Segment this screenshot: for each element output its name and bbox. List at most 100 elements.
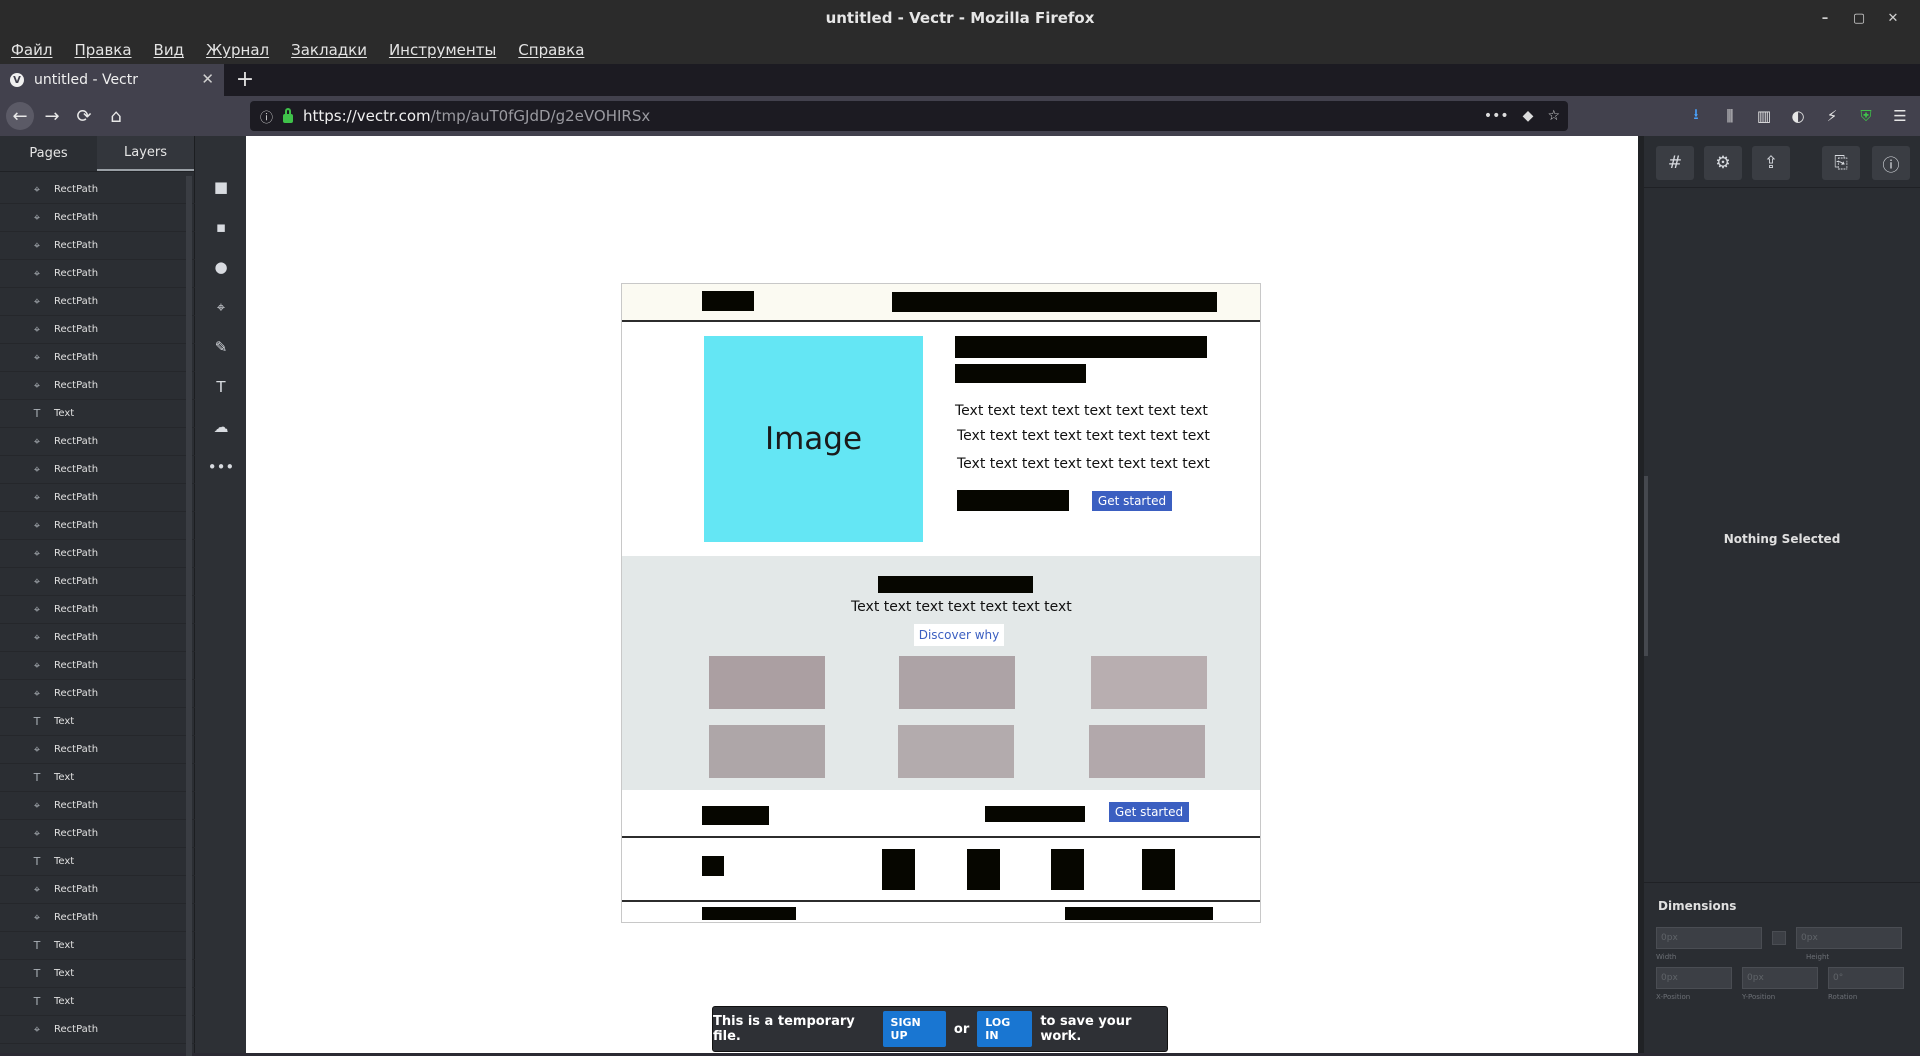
more-tools-icon[interactable]: ••• <box>206 452 236 482</box>
url-bar[interactable]: ⓘ https://vectr.com/tmp/auT0fGJdD/g2eVOH… <box>250 101 1568 131</box>
layer-row[interactable]: ⌖ RectPath <box>0 540 195 568</box>
back-button[interactable]: ← <box>6 102 34 130</box>
layer-row[interactable]: T Text <box>0 960 195 988</box>
layer-row[interactable]: T Text <box>0 400 195 428</box>
divider-line[interactable] <box>622 836 1260 838</box>
layer-row[interactable]: ⌖ RectPath <box>0 1016 195 1044</box>
feature-card[interactable] <box>709 656 825 709</box>
layer-row[interactable]: ⌖ RectPath <box>0 792 195 820</box>
cta-text-block[interactable] <box>985 806 1085 822</box>
layer-row[interactable]: T Text <box>0 932 195 960</box>
features-section[interactable]: Text text text text text text text Disco… <box>622 556 1260 790</box>
hero-heading-block[interactable] <box>955 336 1207 358</box>
layer-row[interactable]: ⌖ RectPath <box>0 736 195 764</box>
hero-get-started-button[interactable]: Get started <box>1092 491 1172 511</box>
feature-card[interactable] <box>1091 656 1207 709</box>
tab-untitled-vectr[interactable]: V untitled - Vectr ✕ <box>0 64 224 96</box>
hero-text-line-3[interactable]: Text text text text text text text text <box>957 456 1210 472</box>
cta-get-started-button[interactable]: Get started <box>1109 802 1189 822</box>
panel-scrollbar[interactable] <box>1644 476 1648 656</box>
layer-row[interactable]: ⌖ RectPath <box>0 372 195 400</box>
nav-block[interactable] <box>892 292 1217 312</box>
rounded-rectangle-tool-icon[interactable]: ▪ <box>206 212 236 242</box>
layer-row[interactable]: ⌖ RectPath <box>0 512 195 540</box>
upload-tool-icon[interactable]: ☁ <box>206 412 236 442</box>
hero-subheading-block[interactable] <box>955 364 1086 383</box>
hero-text-line-1[interactable]: Text text text text text text text text <box>955 403 1208 419</box>
menu-bookmarks[interactable]: Закладки <box>291 41 367 59</box>
info-icon[interactable]: ⓘ <box>1872 146 1910 180</box>
menu-edit[interactable]: Правка <box>74 41 131 59</box>
layer-row[interactable]: ⌖ RectPath <box>0 624 195 652</box>
layer-row[interactable]: ⌖ RectPath <box>0 652 195 680</box>
menu-help[interactable]: Справка <box>518 41 584 59</box>
extension-icon[interactable]: ◐ <box>1788 107 1808 125</box>
layer-row[interactable]: ⌖ RectPath <box>0 232 195 260</box>
artboard-header[interactable] <box>622 284 1260 322</box>
layer-row[interactable]: ⌖ RectPath <box>0 680 195 708</box>
tab-layers[interactable]: Layers <box>97 136 194 171</box>
height-input[interactable]: 0px <box>1796 927 1902 949</box>
new-tab-button[interactable]: + <box>232 66 258 92</box>
feature-card[interactable] <box>709 725 825 778</box>
hero-image-placeholder[interactable]: Image <box>704 336 923 542</box>
flash-extension-icon[interactable]: ⚡ <box>1822 107 1842 125</box>
footer-link-block[interactable] <box>1051 849 1084 890</box>
pen-tool-icon[interactable]: ⌖ <box>206 292 236 322</box>
library-icon[interactable]: ⫼ <box>1720 107 1740 125</box>
rectangle-tool-icon[interactable]: ■ <box>206 172 236 202</box>
shield-extension-icon[interactable]: ⛨ <box>1856 107 1876 125</box>
footer-link-block[interactable] <box>967 849 1000 890</box>
pocket-icon[interactable]: ◆ <box>1523 108 1534 124</box>
new-document-icon[interactable]: ⎘ <box>1822 146 1860 180</box>
y-position-input[interactable]: 0px <box>1742 967 1818 989</box>
layer-row[interactable]: ⌖ RectPath <box>0 596 195 624</box>
feature-card[interactable] <box>1089 725 1205 778</box>
layers-scrollbar[interactable] <box>186 176 192 1056</box>
export-icon[interactable]: ⇪ <box>1752 146 1790 180</box>
hero-text-line-2[interactable]: Text text text text text text text text <box>957 428 1210 444</box>
layer-row[interactable]: ⌖ RectPath <box>0 568 195 596</box>
bookmark-star-icon[interactable]: ☆ <box>1547 108 1560 124</box>
layer-row[interactable]: ⌖ RectPath <box>0 176 195 204</box>
feature-card[interactable] <box>898 725 1014 778</box>
sidebar-icon[interactable]: ▥ <box>1754 107 1774 125</box>
layer-row[interactable]: ⌖ RectPath <box>0 876 195 904</box>
menu-view[interactable]: Вид <box>154 41 184 59</box>
forward-button[interactable]: → <box>38 102 66 130</box>
reload-button[interactable]: ⟳ <box>70 102 98 130</box>
artboard[interactable]: Image Text text text text text text text… <box>621 283 1261 923</box>
discover-why-button[interactable]: Discover why <box>914 624 1004 646</box>
hero-secondary-block[interactable] <box>957 490 1069 511</box>
feature-card[interactable] <box>899 656 1015 709</box>
copyright-block[interactable] <box>702 907 796 920</box>
text-tool-icon[interactable]: T <box>206 372 236 402</box>
layer-row[interactable]: ⌖ RectPath <box>0 456 195 484</box>
close-icon[interactable]: ✕ <box>1876 11 1910 26</box>
layer-row[interactable]: ⌖ RectPath <box>0 344 195 372</box>
footer-link-block[interactable] <box>882 849 915 890</box>
layer-row[interactable]: T Text <box>0 848 195 876</box>
site-info-icon[interactable]: ⓘ <box>260 107 273 126</box>
home-button[interactable]: ⌂ <box>102 102 130 130</box>
footer-link-block[interactable] <box>1142 849 1175 890</box>
layer-row[interactable]: ⌖ RectPath <box>0 904 195 932</box>
layer-row[interactable]: T Text <box>0 988 195 1016</box>
layer-row[interactable]: ⌖ RectPath <box>0 260 195 288</box>
menu-history[interactable]: Журнал <box>206 41 269 59</box>
layer-row[interactable]: T Text <box>0 708 195 736</box>
cta-block[interactable] <box>702 806 769 825</box>
footer-logo-block[interactable] <box>702 856 724 876</box>
divider-line[interactable] <box>622 900 1260 902</box>
layer-row[interactable]: ⌖ RectPath <box>0 484 195 512</box>
menu-tools[interactable]: Инструменты <box>389 41 496 59</box>
width-input[interactable]: 0px <box>1656 927 1762 949</box>
hamburger-menu-icon[interactable]: ☰ <box>1890 107 1910 125</box>
maximize-icon[interactable]: ▢ <box>1842 11 1876 26</box>
layer-row[interactable]: ⌖ RectPath <box>0 316 195 344</box>
downloads-icon[interactable]: ⭳ <box>1686 104 1706 129</box>
page-actions-icon[interactable]: ••• <box>1484 108 1509 124</box>
lock-ratio-checkbox[interactable] <box>1772 931 1786 945</box>
tab-pages[interactable]: Pages <box>0 136 97 171</box>
layer-row[interactable]: ⌖ RectPath <box>0 820 195 848</box>
